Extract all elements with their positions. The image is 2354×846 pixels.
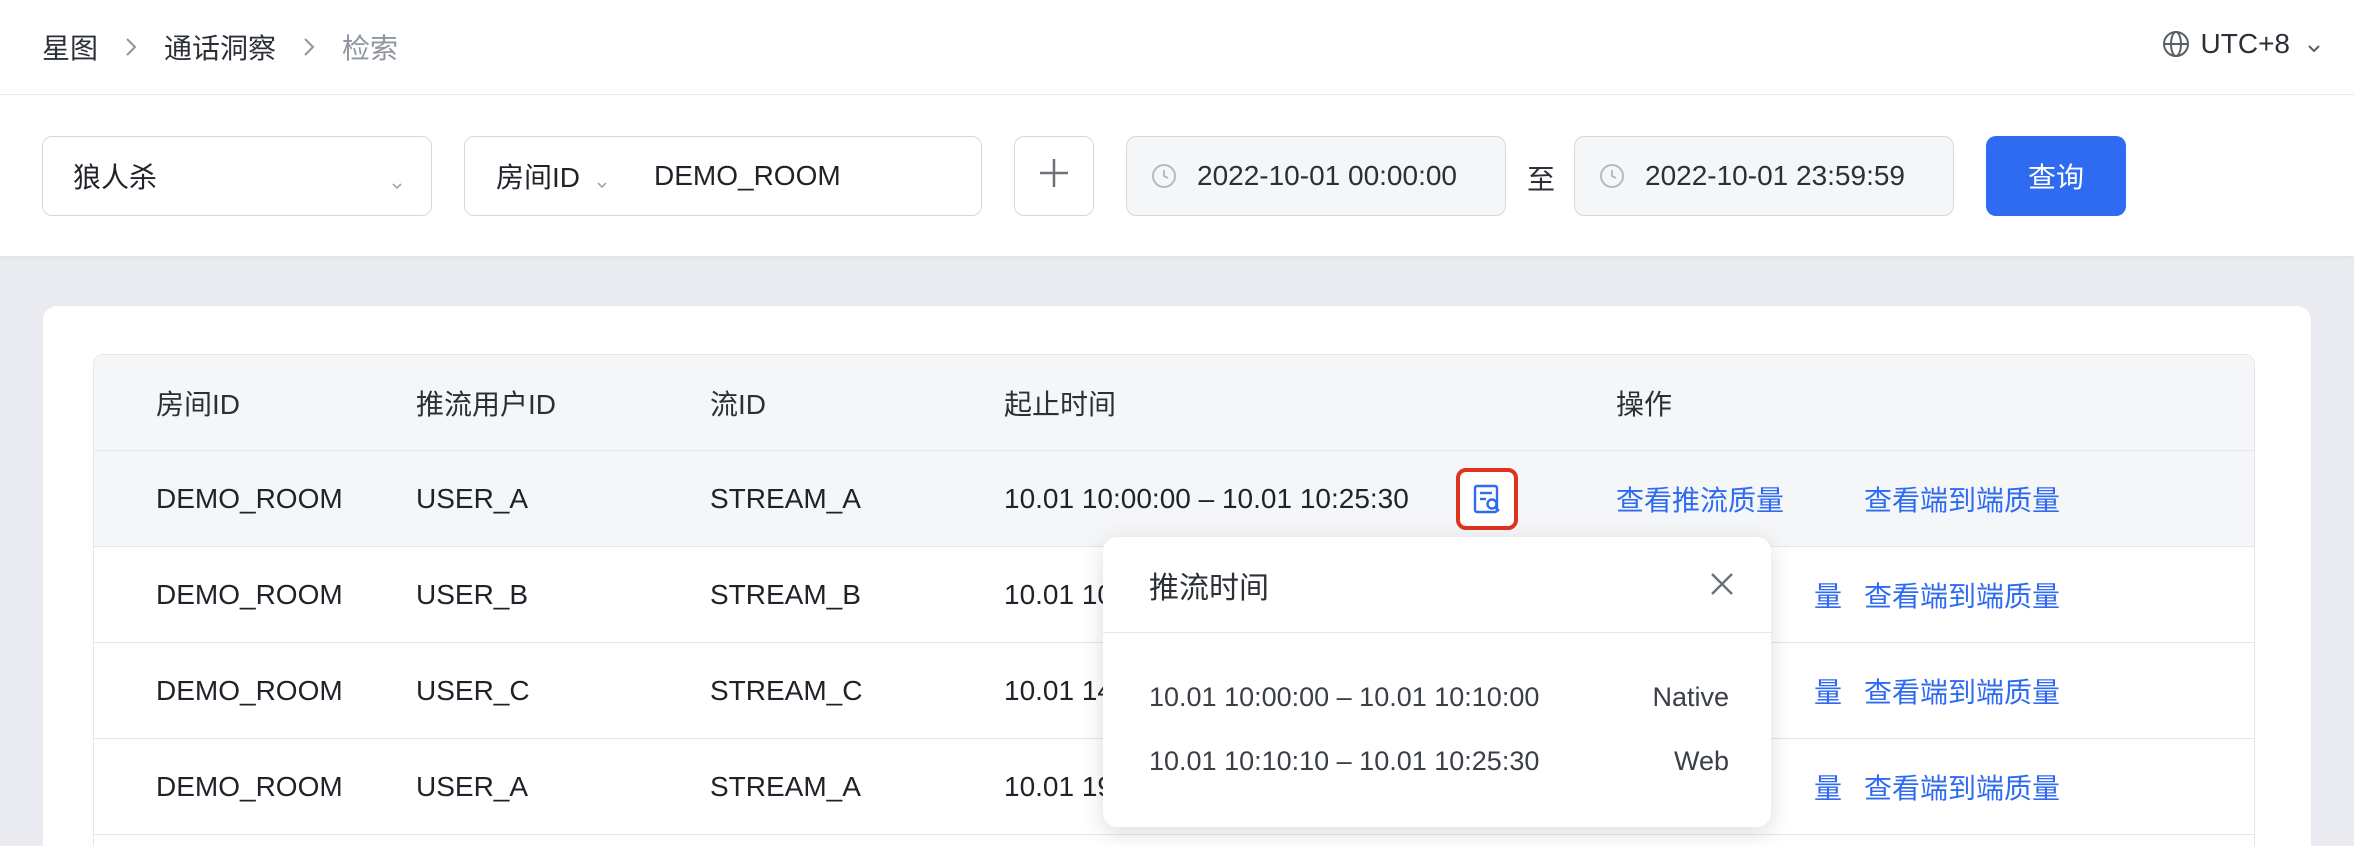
end-time-value: 2022-10-01 23:59:59 (1645, 160, 1905, 191)
app-select[interactable]: 狼人杀 (42, 136, 432, 216)
document-search-icon (1473, 484, 1500, 514)
breadcrumb-item-insight[interactable]: 通话洞察 (164, 27, 276, 67)
chevron-right-icon (296, 31, 322, 63)
filter-bar: 狼人杀 房间ID DEMO_ROOM 2022-10-01 00:00:00 至… (0, 95, 2354, 256)
chevron-down-icon (2304, 34, 2324, 54)
push-time-detail-button[interactable] (1456, 468, 1518, 530)
room-id-cell: DEMO_ROOM (156, 675, 343, 706)
view-e2e-quality-link[interactable]: 查看端到端质量 (1864, 643, 2060, 739)
plus-icon (1036, 155, 1072, 198)
clock-icon (1151, 163, 1177, 189)
breadcrumb-item-xingtu[interactable]: 星图 (42, 27, 98, 67)
timezone-selector[interactable]: UTC+8 (2161, 28, 2324, 60)
header-time-range: 起止时间 (1004, 389, 1117, 420)
table-header: 房间ID 推流用户ID 流ID 起止时间 操作 (94, 355, 2254, 451)
app-select-value: 狼人杀 (73, 162, 158, 193)
push-platform: Web (1673, 746, 1729, 776)
close-icon[interactable] (1705, 567, 1739, 601)
time-range-cell: 10.01 19 (1004, 771, 1113, 802)
room-key-select[interactable]: 房间ID (465, 156, 610, 196)
push-time-range: 10.01 10:10:10 – 10.01 10:25:30 (1149, 746, 1540, 776)
stream-id-cell: STREAM_A (710, 771, 861, 802)
push-time-item: 10.01 10:10:10 – 10.01 10:25:30 Web (1149, 746, 1729, 777)
view-e2e-quality-link[interactable]: 查看端到端质量 (1864, 739, 2060, 835)
breadcrumb: 星图 通话洞察 检索 (42, 27, 398, 67)
view-e2e-quality-link[interactable]: 查看端到端质量 (1864, 451, 2060, 547)
user-id-cell: USER_B (416, 579, 529, 610)
view-push-quality-link[interactable]: 量 (1814, 547, 1842, 643)
room-id-cell: DEMO_ROOM (156, 771, 343, 802)
popover-title: 推流时间 (1103, 537, 1771, 633)
view-push-quality-link[interactable]: 量 (1814, 643, 1842, 739)
room-id-cell: DEMO_ROOM (156, 579, 343, 610)
header-actions: 操作 (1616, 389, 1673, 420)
top-bar: 星图 通话洞察 检索 UTC+8 (0, 0, 2354, 95)
add-filter-button[interactable] (1014, 136, 1094, 216)
push-time-range: 10.01 10:00:00 – 10.01 10:10:00 (1149, 682, 1540, 712)
user-id-cell: USER_A (416, 771, 529, 802)
timezone-label: UTC+8 (2200, 28, 2290, 59)
chevron-down-icon (389, 169, 405, 190)
room-id-input[interactable]: DEMO_ROOM (654, 160, 841, 192)
clock-icon (1599, 163, 1625, 189)
time-range-cell: 10.01 10:00:00 – 10.01 10:25:30 (1004, 483, 1409, 514)
header-user-id: 推流用户ID (416, 389, 557, 420)
push-platform: Native (1652, 682, 1729, 712)
user-id-cell: USER_A (416, 483, 529, 514)
stream-id-cell: STREAM_B (710, 579, 861, 610)
stream-id-cell: STREAM_C (710, 675, 863, 706)
globe-icon (2161, 29, 2191, 59)
time-range-cell: 10.01 10 (1004, 579, 1113, 610)
table-row: DEMO_ROOM USER_A STREAM_A 10.01 10:00:00… (94, 451, 2254, 547)
breadcrumb-item-search: 检索 (342, 33, 399, 64)
room-id-filter[interactable]: 房间ID DEMO_ROOM (464, 136, 982, 216)
view-push-quality-link[interactable]: 查看推流质量 (1616, 451, 1784, 547)
end-time-picker[interactable]: 2022-10-01 23:59:59 (1574, 136, 1954, 216)
user-id-cell: USER_C (416, 675, 530, 706)
view-push-quality-link[interactable]: 量 (1814, 739, 1842, 835)
chevron-down-icon (594, 168, 610, 189)
room-key-label: 房间ID (496, 162, 581, 193)
range-separator: 至 (1527, 164, 1556, 195)
push-time-item: 10.01 10:00:00 – 10.01 10:10:00 Native (1149, 682, 1729, 713)
push-time-popover: 推流时间 10.01 10:00:00 – 10.01 10:10:00 Nat… (1103, 537, 1771, 827)
time-range-cell: 10.01 14 (1004, 675, 1113, 706)
stream-id-cell: STREAM_A (710, 483, 861, 514)
header-room-id: 房间ID (156, 389, 241, 420)
room-id-cell: DEMO_ROOM (156, 483, 343, 514)
start-time-picker[interactable]: 2022-10-01 00:00:00 (1126, 136, 1506, 216)
view-e2e-quality-link[interactable]: 查看端到端质量 (1864, 547, 2060, 643)
start-time-value: 2022-10-01 00:00:00 (1197, 160, 1457, 191)
query-button[interactable]: 查询 (1986, 136, 2126, 216)
header-stream-id: 流ID (710, 389, 767, 420)
chevron-right-icon (118, 31, 144, 63)
